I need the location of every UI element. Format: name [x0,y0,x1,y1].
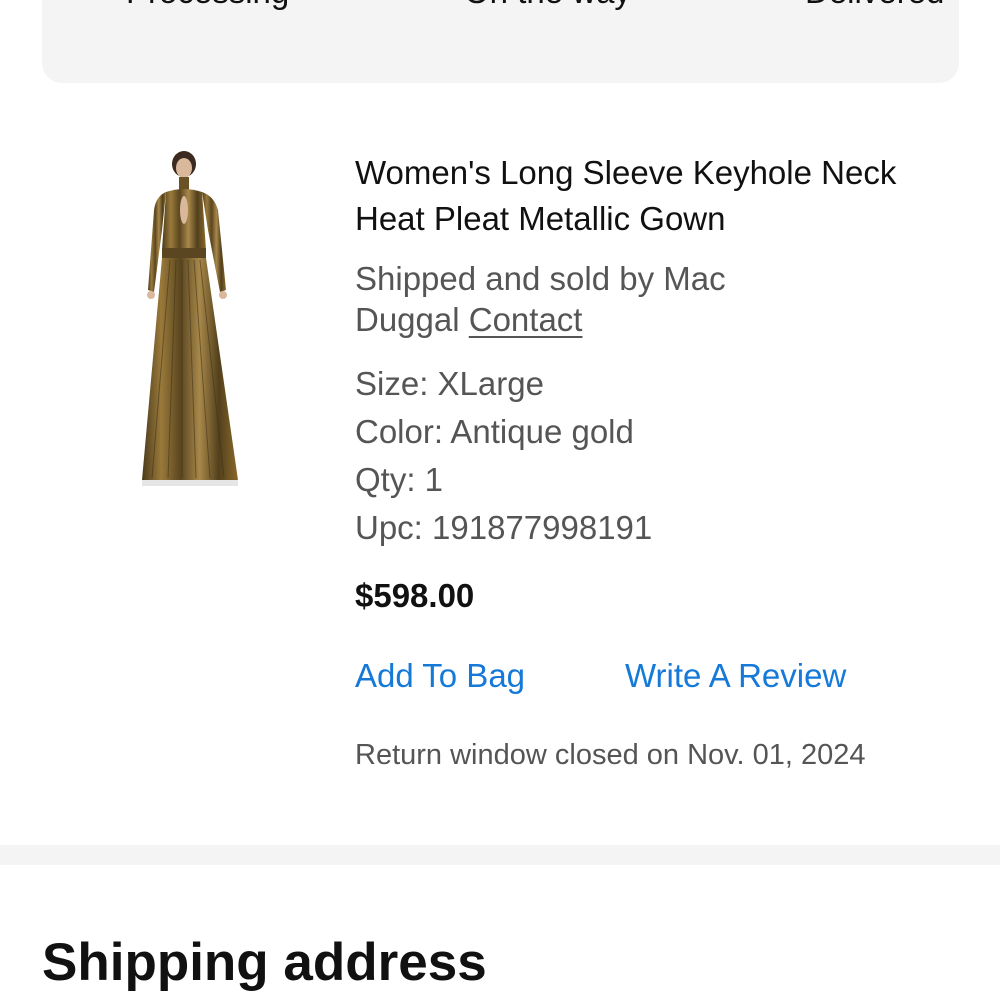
color-attribute: Color: Antique gold [355,413,634,450]
order-status-tracker: Processing On the way Delivered [42,0,959,83]
size-attribute: Size: XLarge [355,365,544,402]
shipping-address-heading: Shipping address [42,933,487,992]
write-review-link[interactable]: Write A Review [625,654,846,698]
seller-info: Shipped and sold by Mac Duggal Contact [355,258,825,340]
section-divider [0,845,1000,865]
status-step-delivered: Delivered [805,0,944,14]
product-details: Women's Long Sleeve Keyhole Neck Heat Pl… [355,150,955,775]
product-title[interactable]: Women's Long Sleeve Keyhole Neck Heat Pl… [355,150,915,242]
product-price: $598.00 [355,577,475,614]
product-attributes: Size: XLarge Color: Antique gold Qty: 1 … [355,360,955,552]
order-detail-page: Processing On the way Delivered [0,0,1000,1000]
product-actions: Add To Bag Write A Review [355,654,955,698]
gown-illustration [142,151,238,486]
upc-attribute: Upc: 191877998191 [355,509,653,546]
contact-seller-link[interactable]: Contact [469,301,583,338]
status-step-processing: Processing [126,0,289,14]
status-step-on-the-way: On the way [464,0,631,14]
qty-attribute: Qty: 1 [355,461,444,498]
add-to-bag-link[interactable]: Add To Bag [355,654,525,698]
product-image[interactable] [140,150,244,490]
return-window-note: Return window closed on Nov. 01, 2024 [355,739,866,771]
